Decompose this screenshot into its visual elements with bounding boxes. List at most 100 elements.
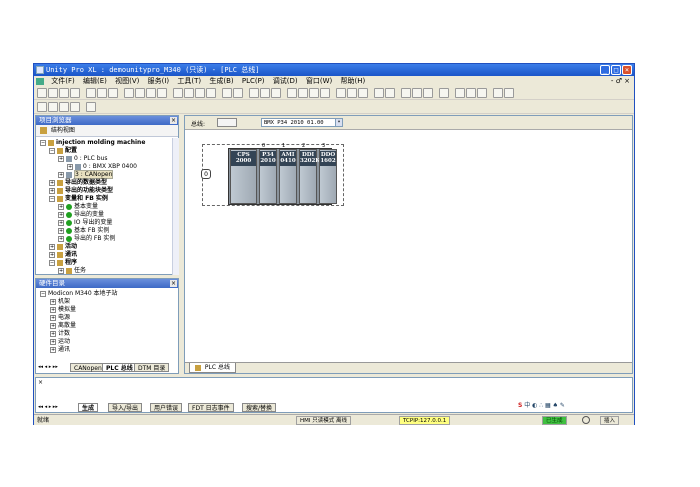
- chevron-down-icon[interactable]: ▾: [335, 119, 342, 126]
- toolbar-button[interactable]: [206, 88, 216, 98]
- tree-item[interactable]: +3 : CANopen: [58, 170, 114, 179]
- close-output-icon[interactable]: ×: [38, 379, 43, 386]
- toolbar-button[interactable]: [184, 88, 194, 98]
- toolbar-button[interactable]: [320, 88, 330, 98]
- tree-item[interactable]: + IO 导出的变量: [58, 219, 112, 227]
- close-panel-icon[interactable]: ×: [170, 117, 177, 124]
- expand-toggle-icon[interactable]: +: [58, 171, 64, 178]
- tab-build[interactable]: 生成: [78, 403, 99, 412]
- tab-fdt-log[interactable]: FDT 日志事件: [188, 403, 234, 412]
- toolbar-button[interactable]: [249, 88, 259, 98]
- toolbar-button[interactable]: [59, 88, 69, 98]
- toolbar-button[interactable]: [374, 88, 384, 98]
- expand-toggle-icon[interactable]: +: [58, 267, 64, 274]
- menu-tools[interactable]: 工具(T): [174, 76, 204, 86]
- expand-toggle-icon[interactable]: +: [49, 179, 55, 186]
- toolbar-button[interactable]: [157, 88, 167, 98]
- catalog-item[interactable]: + 机架: [50, 298, 70, 306]
- toolbar-button[interactable]: [287, 88, 297, 98]
- toolbar-button[interactable]: [477, 88, 487, 98]
- expand-toggle-icon[interactable]: −: [49, 259, 55, 266]
- menu-build[interactable]: 生成(B): [206, 76, 236, 86]
- rack-module[interactable]: AMI 0410 1: [279, 143, 297, 204]
- expand-toggle-icon[interactable]: −: [40, 290, 46, 297]
- menu-view[interactable]: 视图(V): [112, 76, 142, 86]
- expand-toggle-icon[interactable]: +: [49, 187, 55, 194]
- tree-item[interactable]: + 导出的变量: [58, 211, 104, 219]
- catalog-item[interactable]: + 离散量: [50, 322, 76, 330]
- rack-select[interactable]: BMX P34 2010 01.00 ▾: [261, 118, 343, 127]
- menu-plc[interactable]: PLC(P): [239, 76, 268, 86]
- expand-toggle-icon[interactable]: +: [49, 243, 55, 250]
- toolbar-button[interactable]: [271, 88, 281, 98]
- tree-item[interactable]: +0 : PLC bus: [58, 155, 107, 163]
- toolbar-button[interactable]: [347, 88, 357, 98]
- toolbar-button[interactable]: [86, 88, 96, 98]
- expand-toggle-icon[interactable]: +: [58, 211, 64, 218]
- expand-toggle-icon[interactable]: −: [49, 147, 55, 154]
- expand-toggle-icon[interactable]: +: [50, 322, 56, 329]
- tab-plc-bus[interactable]: PLC 总线: [102, 363, 137, 372]
- expand-toggle-icon[interactable]: −: [49, 195, 55, 202]
- menu-edit[interactable]: 编辑(E): [80, 76, 110, 86]
- toolbar-button[interactable]: [195, 88, 205, 98]
- catalog-item[interactable]: + 电源: [50, 314, 70, 322]
- expand-toggle-icon[interactable]: +: [58, 227, 64, 234]
- tree-item[interactable]: + 导出的数据类型: [49, 179, 107, 187]
- tab-plc-bus-editor[interactable]: PLC 总线: [189, 363, 236, 373]
- slot-port[interactable]: 0: [201, 169, 211, 179]
- catalog-item[interactable]: + 计数: [50, 330, 70, 338]
- toolbar-button[interactable]: [336, 88, 346, 98]
- close-button[interactable]: ×: [622, 65, 632, 75]
- toolbar-button[interactable]: [59, 102, 69, 112]
- toolbar-button[interactable]: [233, 88, 243, 98]
- tree-item[interactable]: − 变量和 FB 实例: [49, 195, 108, 203]
- tree-item[interactable]: + 任务: [58, 267, 86, 275]
- toolbar-button[interactable]: [260, 88, 270, 98]
- expand-toggle-icon[interactable]: −: [40, 139, 46, 146]
- bus-field[interactable]: [217, 118, 237, 127]
- project-tree-scrollbar[interactable]: [172, 138, 179, 275]
- tree-item[interactable]: + 导出的功能块类型: [49, 187, 113, 195]
- rack-module[interactable]: P34 2010 0: [259, 143, 277, 204]
- toolbar-button[interactable]: [385, 88, 395, 98]
- tree-item[interactable]: − injection molding machine: [40, 139, 145, 147]
- rack-module[interactable]: CPS 2000: [230, 149, 257, 204]
- expand-toggle-icon[interactable]: +: [58, 219, 64, 226]
- tab-nav-arrows[interactable]: ◂◂ ◂ ▸ ▸▸: [38, 403, 58, 412]
- menu-debug[interactable]: 调试(D): [270, 76, 301, 86]
- minimize-button[interactable]: _: [600, 65, 610, 75]
- expand-toggle-icon[interactable]: +: [49, 251, 55, 258]
- toolbar-button[interactable]: [173, 88, 183, 98]
- menu-help[interactable]: 帮助(H): [338, 76, 369, 86]
- toolbar-button[interactable]: [70, 102, 80, 112]
- expand-toggle-icon[interactable]: +: [50, 306, 56, 313]
- toolbar-button[interactable]: [466, 88, 476, 98]
- expand-toggle-icon[interactable]: +: [50, 314, 56, 321]
- expand-toggle-icon[interactable]: +: [50, 298, 56, 305]
- toolbar-button[interactable]: [455, 88, 465, 98]
- toolbar-button[interactable]: [70, 88, 80, 98]
- mdi-controls[interactable]: - ♂ ×: [611, 76, 630, 86]
- toolbar-button[interactable]: [37, 102, 47, 112]
- toolbar-button[interactable]: [423, 88, 433, 98]
- tab-user-errors[interactable]: 用户错误: [150, 403, 183, 412]
- toolbar-button[interactable]: [108, 88, 118, 98]
- tree-item[interactable]: + 基本变量: [58, 203, 98, 211]
- toolbar-button[interactable]: [124, 88, 134, 98]
- catalog-item[interactable]: + 运动: [50, 338, 70, 346]
- maximize-button[interactable]: □: [611, 65, 621, 75]
- tab-nav-arrows[interactable]: ◂◂ ◂ ▸ ▸▸: [38, 363, 58, 372]
- toolbar-button[interactable]: [37, 88, 47, 98]
- expand-toggle-icon[interactable]: +: [58, 155, 64, 162]
- toolbar-button[interactable]: [222, 88, 232, 98]
- close-panel-icon[interactable]: ×: [170, 280, 177, 287]
- expand-toggle-icon[interactable]: +: [58, 235, 64, 242]
- expand-toggle-icon[interactable]: +: [58, 203, 64, 210]
- toolbar-button[interactable]: [309, 88, 319, 98]
- tree-item[interactable]: + 通讯: [49, 251, 77, 259]
- toolbar-button[interactable]: [412, 88, 422, 98]
- toolbar-button[interactable]: [439, 88, 449, 98]
- toolbar-button[interactable]: [298, 88, 308, 98]
- expand-toggle-icon[interactable]: +: [50, 330, 56, 337]
